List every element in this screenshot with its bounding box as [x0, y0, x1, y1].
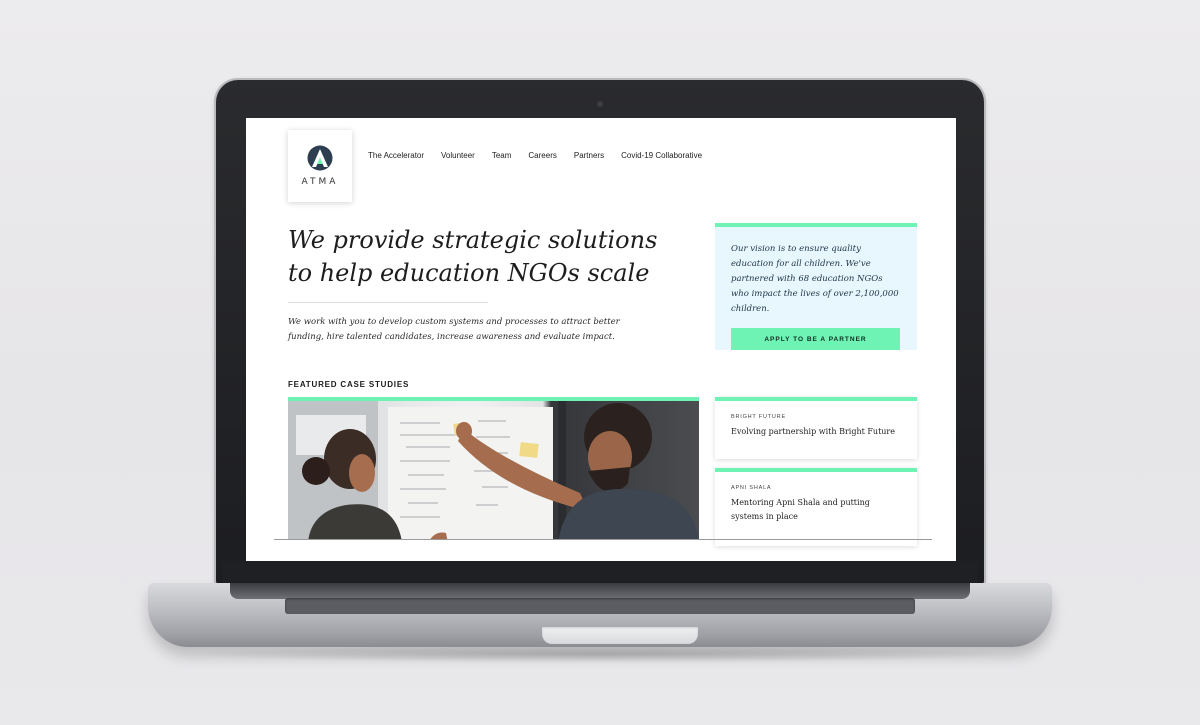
laptop-hinge	[230, 583, 970, 599]
nav-item-partners[interactable]: Partners	[574, 151, 604, 160]
screen-fold-line	[274, 539, 932, 540]
case-study-card-apni-shala[interactable]: APNI SHALA Mentoring Apni Shala and putt…	[715, 468, 917, 546]
case-study-tag: APNI SHALA	[731, 485, 772, 491]
laptop-screen: ATMA The Accelerator Volunteer Team Care…	[246, 118, 956, 561]
case-study-card-bright-future[interactable]: BRIGHT FUTURE Evolving partnership with …	[715, 397, 917, 459]
case-study-title: Evolving partnership with Bright Future	[731, 427, 895, 436]
logo-text: ATMA	[301, 177, 339, 187]
apply-partner-button[interactable]: APPLY TO BE A PARTNER	[731, 328, 900, 350]
vision-text: Our vision is to ensure quality educatio…	[731, 244, 899, 314]
featured-case-studies-heading: FEATURED CASE STUDIES	[288, 380, 410, 389]
nav-item-team[interactable]: Team	[492, 151, 512, 160]
site-logo[interactable]: ATMA	[288, 130, 352, 202]
nav-item-covid-19-collaborative[interactable]: Covid-19 Collaborative	[621, 151, 702, 160]
laptop-chin	[222, 561, 978, 583]
laptop-keyboard-edge	[285, 598, 915, 614]
laptop-opening-notch	[542, 627, 698, 644]
main-nav: The Accelerator Volunteer Team Careers P…	[368, 151, 702, 160]
hero-headline: We provide strategic solutions to help e…	[288, 224, 688, 290]
case-study-tag: BRIGHT FUTURE	[731, 414, 786, 420]
nav-item-volunteer[interactable]: Volunteer	[441, 151, 475, 160]
nav-item-careers[interactable]: Careers	[528, 151, 556, 160]
hero-divider	[288, 302, 488, 303]
hero-headline-line-1: We provide strategic solutions	[288, 226, 658, 254]
hero-headline-line-2: to help education NGOs scale	[288, 259, 650, 287]
vision-panel: Our vision is to ensure quality educatio…	[715, 223, 917, 350]
hero-subtext: We work with you to develop custom syste…	[288, 317, 620, 342]
case-study-title: Mentoring Apni Shala and putting systems…	[731, 498, 870, 521]
atma-a-mark-icon	[307, 145, 333, 171]
camera-icon	[597, 101, 603, 107]
photo-illustration	[288, 401, 699, 539]
laptop-shadow	[180, 645, 1020, 663]
nav-item-the-accelerator[interactable]: The Accelerator	[368, 151, 424, 160]
featured-case-study-photo[interactable]	[288, 397, 699, 539]
